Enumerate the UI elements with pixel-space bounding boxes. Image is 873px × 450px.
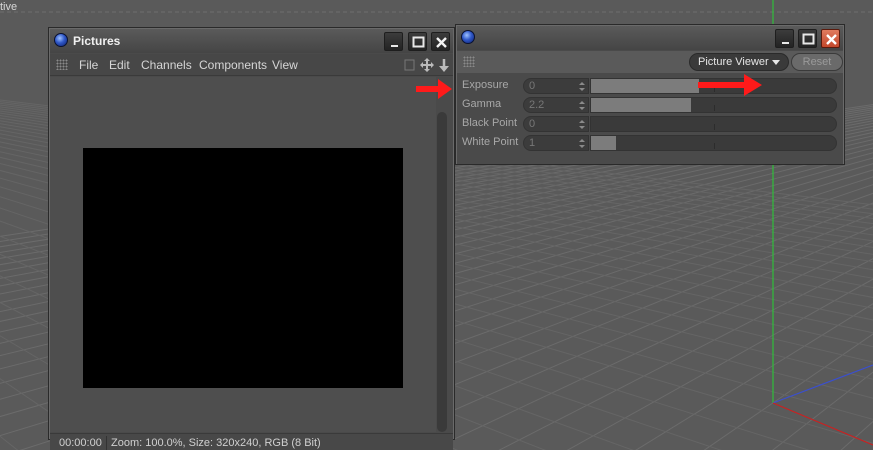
spinner-icon[interactable] <box>579 120 585 129</box>
attr-label: Black Point <box>462 117 518 129</box>
slider-center-tick <box>714 143 715 149</box>
grip-icon[interactable] <box>463 56 475 67</box>
fit-view-icon[interactable] <box>403 57 417 73</box>
status-divider <box>106 436 107 450</box>
reset-button[interactable]: Reset <box>791 53 843 71</box>
gamma-number-field[interactable]: 2.2 <box>523 97 589 113</box>
annotation-arrow-left <box>416 79 452 99</box>
slider-fill <box>591 79 699 93</box>
menu-edit[interactable]: Edit <box>109 58 130 72</box>
move-view-icon[interactable] <box>420 57 434 73</box>
spinner-icon[interactable] <box>579 139 585 148</box>
black-point-slider[interactable] <box>590 116 837 132</box>
gamma-slider[interactable] <box>590 97 837 113</box>
settings-titlebar[interactable] <box>457 26 843 50</box>
slider-center-tick <box>714 124 715 130</box>
minimize-button[interactable] <box>775 29 794 48</box>
status-image-info: Zoom: 100.0%, Size: 320x240, RGB (8 Bit) <box>111 437 321 449</box>
white-point-slider[interactable] <box>590 135 837 151</box>
close-button[interactable] <box>821 29 840 48</box>
picture-viewer-settings-window[interactable]: Picture Viewer Reset Exposure 0 Gamma 2.… <box>455 24 845 165</box>
close-button[interactable] <box>431 32 450 51</box>
maximize-button[interactable] <box>408 32 427 51</box>
attr-row-gamma: Gamma 2.2 <box>457 97 843 114</box>
slider-center-tick <box>714 105 715 111</box>
chevron-down-icon <box>772 60 780 65</box>
settings-toolbar: Picture Viewer Reset <box>457 51 843 73</box>
exposure-number-field[interactable]: 0 <box>523 78 589 94</box>
annotation-arrow-right <box>698 74 762 96</box>
white-point-number-field[interactable]: 1 <box>523 135 589 151</box>
menu-channels[interactable]: Channels <box>141 58 192 72</box>
vertical-scrollbar[interactable] <box>437 112 447 432</box>
menu-view[interactable]: View <box>272 58 298 72</box>
attr-row-black-point: Black Point 0 <box>457 116 843 133</box>
pictures-menubar: File Edit Channels Components View <box>50 54 453 76</box>
attr-label: White Point <box>462 136 519 148</box>
rendered-image <box>83 148 403 388</box>
attr-label: Gamma <box>462 98 502 110</box>
attr-row-exposure: Exposure 0 <box>457 78 843 95</box>
slider-fill <box>591 98 692 112</box>
field-value: 2.2 <box>529 99 545 111</box>
slider-fill <box>591 136 616 150</box>
attribute-list: Exposure 0 Gamma 2.2 Black Point 0 White… <box>457 74 843 164</box>
pictures-titlebar[interactable]: Pictures <box>50 29 453 53</box>
menu-file[interactable]: File <box>79 58 98 72</box>
app-logo-icon <box>54 33 68 47</box>
maximize-button[interactable] <box>798 29 817 48</box>
field-value: 0 <box>529 80 536 92</box>
mode-dropdown[interactable]: Picture Viewer <box>689 53 789 71</box>
attr-row-white-point: White Point 1 <box>457 135 843 152</box>
status-timecode: 00:00:00 <box>59 437 102 449</box>
spinner-icon[interactable] <box>579 101 585 110</box>
menu-components[interactable]: Components <box>199 58 267 72</box>
black-point-number-field[interactable]: 0 <box>523 116 589 132</box>
mode-dropdown-label: Picture Viewer <box>698 56 769 68</box>
grip-icon[interactable] <box>56 59 68 70</box>
field-value: 1 <box>529 137 536 149</box>
status-bar: 00:00:00 Zoom: 100.0%, Size: 320x240, RG… <box>50 433 453 450</box>
minimize-button[interactable] <box>384 32 403 51</box>
attr-label: Exposure <box>462 79 509 91</box>
app-logo-icon <box>461 30 475 44</box>
viewport-mode-label: tive <box>0 1 18 13</box>
picture-canvas[interactable] <box>50 77 436 432</box>
window-title: Pictures <box>73 34 121 48</box>
field-value: 0 <box>529 118 536 130</box>
spinner-icon[interactable] <box>579 82 585 91</box>
pan-down-icon[interactable] <box>437 57 451 73</box>
pictures-window[interactable]: Pictures File Edit Channels Components V… <box>48 27 455 450</box>
